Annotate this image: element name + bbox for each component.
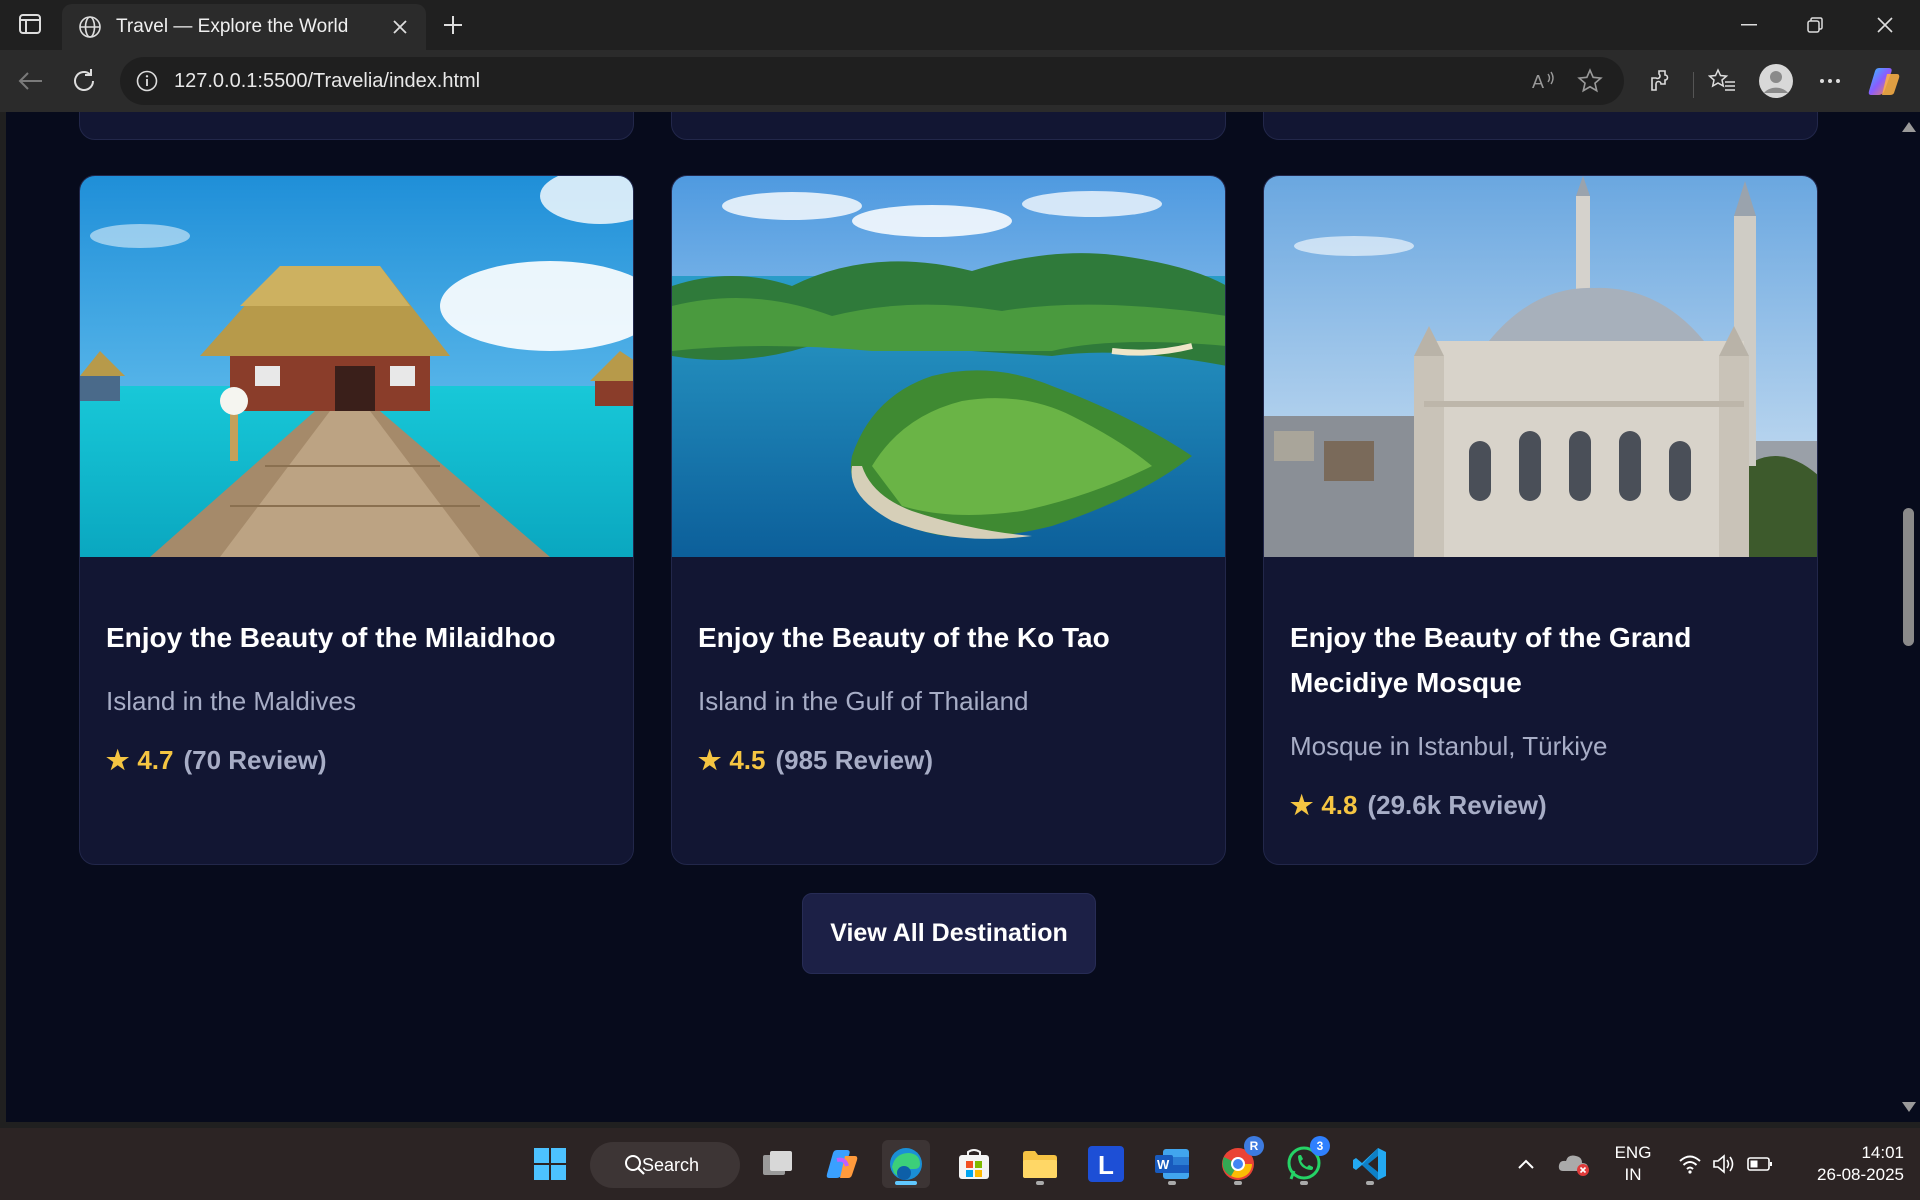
profile-badge: R bbox=[1244, 1136, 1264, 1156]
browser-tab[interactable]: Travel — Explore the World bbox=[62, 4, 426, 50]
task-view-icon[interactable] bbox=[754, 1140, 802, 1188]
extensions-icon[interactable] bbox=[1642, 63, 1678, 99]
taskbar-search[interactable]: Search bbox=[590, 1142, 740, 1188]
destination-photo bbox=[80, 176, 633, 557]
edge-taskbar-icon[interactable] bbox=[882, 1140, 930, 1188]
card-body: Enjoy the Beauty of the Ko Tao Island in… bbox=[672, 557, 1225, 776]
clock-date: 26-08-2025 bbox=[1817, 1165, 1904, 1184]
running-indicator bbox=[1168, 1181, 1176, 1185]
read-aloud-icon[interactable]: A bbox=[1524, 61, 1564, 101]
destination-card-milaidhoo[interactable]: Enjoy the Beauty of the Milaidhoo Island… bbox=[79, 175, 634, 865]
svg-text:W: W bbox=[1157, 1157, 1170, 1172]
notification-badge: 3 bbox=[1310, 1136, 1330, 1156]
favorites-icon[interactable] bbox=[1704, 63, 1740, 99]
profile-avatar[interactable] bbox=[1758, 63, 1794, 99]
more-options-icon[interactable] bbox=[1812, 63, 1848, 99]
active-indicator bbox=[895, 1181, 917, 1185]
clock-time: 14:01 bbox=[1861, 1143, 1904, 1162]
language-indicator[interactable]: ENG IN bbox=[1608, 1142, 1658, 1186]
file-explorer-icon[interactable] bbox=[1016, 1140, 1064, 1188]
running-indicator bbox=[1036, 1181, 1044, 1185]
show-hidden-icons-chevron-icon[interactable] bbox=[1502, 1140, 1550, 1188]
close-window-button[interactable] bbox=[1854, 0, 1916, 50]
whatsapp-icon[interactable]: 3 bbox=[1280, 1136, 1330, 1188]
destination-card-grand-mecidiye-mosque[interactable]: Enjoy the Beauty of the Grand Mecidiye M… bbox=[1263, 175, 1818, 865]
search-label: Search bbox=[642, 1154, 700, 1175]
word-icon[interactable]: W bbox=[1148, 1140, 1196, 1188]
card-previous-row bbox=[1263, 112, 1818, 140]
url-text[interactable]: 127.0.0.1:5500/Travelia/index.html bbox=[174, 70, 1524, 93]
vscode-icon[interactable] bbox=[1346, 1140, 1394, 1188]
destination-photo bbox=[672, 176, 1225, 557]
search-icon bbox=[625, 1155, 645, 1175]
chrome-icon[interactable]: R bbox=[1214, 1136, 1264, 1188]
copilot-icon[interactable] bbox=[1866, 63, 1902, 99]
star-icon: ★ bbox=[1290, 790, 1314, 820]
browser-titlebar: Travel — Explore the World bbox=[0, 0, 1920, 50]
star-icon: ★ bbox=[698, 745, 722, 775]
page-viewport: Enjoy the Beauty of the Milaidhoo Island… bbox=[6, 112, 1896, 1122]
scrollbar-thumb[interactable] bbox=[1903, 508, 1914, 646]
card-subtitle: Island in the Maldives bbox=[106, 686, 357, 716]
rating-score: 4.5 bbox=[729, 745, 766, 775]
card-subtitle: Mosque in Istanbul, Türkiye bbox=[1290, 731, 1608, 761]
restore-button[interactable] bbox=[1784, 0, 1846, 50]
new-tab-button[interactable] bbox=[436, 8, 470, 42]
region-code: IN bbox=[1624, 1165, 1642, 1184]
address-bar[interactable]: 127.0.0.1:5500/Travelia/index.html A bbox=[120, 57, 1624, 105]
svg-text:L: L bbox=[1098, 1150, 1114, 1180]
minimize-button[interactable] bbox=[1718, 0, 1780, 50]
tab-title: Travel — Explore the World bbox=[116, 16, 349, 37]
card-rating: ★ 4.7 (70 Review) bbox=[106, 745, 607, 776]
copilot-taskbar-icon[interactable] bbox=[818, 1140, 866, 1188]
language-code: ENG bbox=[1614, 1143, 1652, 1162]
svg-text:A: A bbox=[1532, 72, 1544, 92]
star-icon: ★ bbox=[106, 745, 130, 775]
browser-toolbar: 127.0.0.1:5500/Travelia/index.html A bbox=[0, 50, 1920, 112]
l-app-icon[interactable]: L bbox=[1082, 1140, 1130, 1188]
globe-icon bbox=[76, 13, 104, 41]
page-scrollbar[interactable] bbox=[1896, 112, 1920, 1122]
running-indicator bbox=[1366, 1181, 1374, 1185]
running-indicator bbox=[1234, 1181, 1242, 1185]
card-title: Enjoy the Beauty of the Milaidhoo bbox=[106, 622, 556, 653]
card-body: Enjoy the Beauty of the Grand Mecidiye M… bbox=[1264, 557, 1817, 821]
card-previous-row bbox=[671, 112, 1226, 140]
view-all-destination-button[interactable]: View All Destination bbox=[802, 893, 1096, 974]
card-subtitle: Island in the Gulf of Thailand bbox=[698, 686, 1029, 716]
battery-icon[interactable] bbox=[1736, 1140, 1784, 1188]
refresh-button[interactable] bbox=[66, 63, 102, 99]
review-count: (985 Review) bbox=[775, 745, 933, 775]
toolbar-divider bbox=[1693, 72, 1694, 98]
card-body: Enjoy the Beauty of the Milaidhoo Island… bbox=[80, 557, 633, 776]
rating-score: 4.8 bbox=[1321, 790, 1358, 820]
tab-actions-icon[interactable] bbox=[14, 10, 46, 38]
back-button[interactable] bbox=[12, 63, 48, 99]
site-info-icon[interactable] bbox=[132, 66, 162, 96]
rating-score: 4.7 bbox=[137, 745, 174, 775]
favorite-star-icon[interactable] bbox=[1570, 61, 1610, 101]
destination-card-ko-tao[interactable]: Enjoy the Beauty of the Ko Tao Island in… bbox=[671, 175, 1226, 865]
clock[interactable]: 14:01 26-08-2025 bbox=[1784, 1142, 1904, 1186]
card-title: Enjoy the Beauty of the Ko Tao bbox=[698, 622, 1110, 653]
onedrive-error-icon[interactable] bbox=[1550, 1140, 1598, 1188]
windows-taskbar: Search L W R 3 ENG IN 14:01 26-08-2025 bbox=[0, 1128, 1920, 1200]
card-rating: ★ 4.8 (29.6k Review) bbox=[1290, 790, 1791, 821]
review-count: (29.6k Review) bbox=[1367, 790, 1547, 820]
card-title: Enjoy the Beauty of the Grand Mecidiye M… bbox=[1290, 622, 1692, 698]
close-tab-icon[interactable] bbox=[388, 15, 412, 39]
start-icon[interactable] bbox=[526, 1140, 574, 1188]
running-indicator bbox=[1300, 1181, 1308, 1185]
microsoft-store-icon[interactable] bbox=[950, 1140, 998, 1188]
card-rating: ★ 4.5 (985 Review) bbox=[698, 745, 1199, 776]
destination-photo bbox=[1264, 176, 1817, 557]
scroll-up-arrow-icon[interactable] bbox=[1902, 122, 1916, 132]
review-count: (70 Review) bbox=[183, 745, 327, 775]
scroll-down-arrow-icon[interactable] bbox=[1902, 1102, 1916, 1112]
card-previous-row bbox=[79, 112, 634, 140]
